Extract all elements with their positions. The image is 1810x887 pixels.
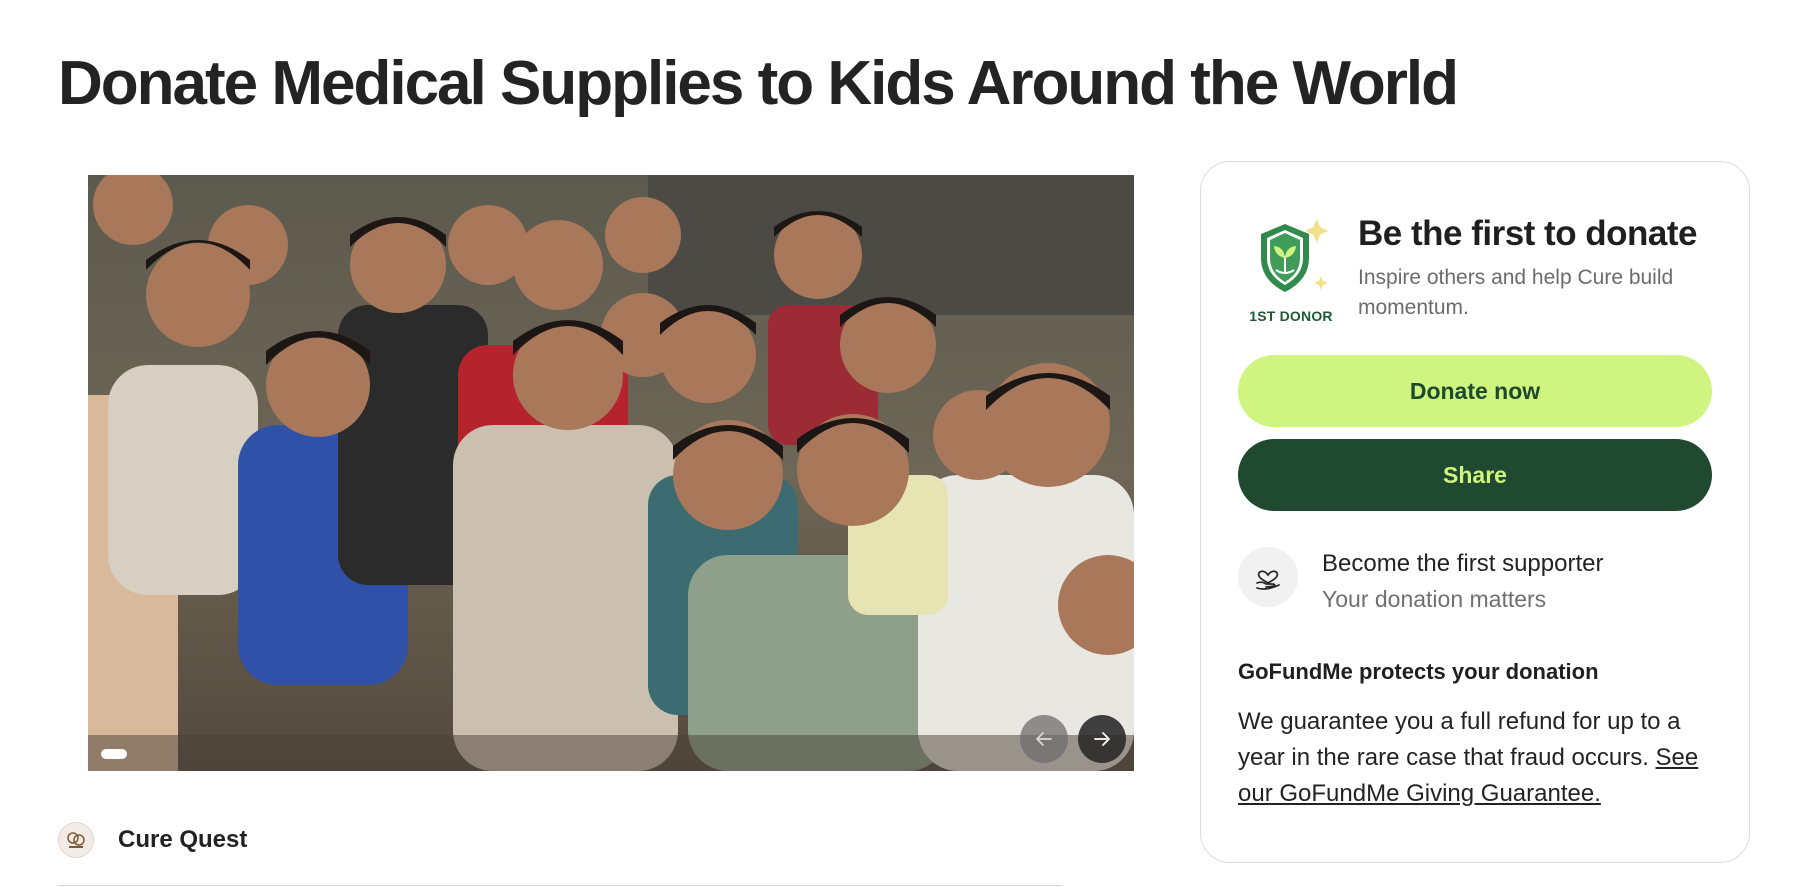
campaign-image-carousel[interactable] (88, 175, 1134, 771)
organization-logo-icon (58, 822, 94, 858)
first-donor-badge: 1ST DONOR (1241, 214, 1339, 324)
arrow-right-icon (1094, 732, 1110, 746)
page-title: Donate Medical Supplies to Kids Around t… (58, 49, 1459, 118)
badge-label: 1ST DONOR (1249, 308, 1333, 324)
protection-body: We guarantee you a full refund for up to… (1238, 704, 1718, 812)
donation-card: 1ST DONOR Be the first to donate Inspire… (1200, 161, 1750, 863)
shield-plant-icon (1261, 219, 1329, 292)
card-subtitle: Inspire others and help Cure build momen… (1358, 266, 1674, 319)
organizer[interactable]: Cure Quest (58, 822, 247, 858)
supporter-subtitle: Your donation matters (1322, 586, 1547, 612)
donate-now-button[interactable]: Donate now (1238, 355, 1712, 427)
share-button[interactable]: Share (1238, 439, 1712, 511)
protection-title: GoFundMe protects your donation (1238, 659, 1599, 684)
campaign-photo (88, 175, 1134, 771)
supporter-title: Become the first supporter (1322, 550, 1604, 577)
carousel-prev-button[interactable] (1020, 715, 1068, 763)
card-title: Be the first to donate (1358, 214, 1698, 253)
carousel-next-button[interactable] (1078, 715, 1126, 763)
section-divider (58, 885, 1062, 886)
protection-text: We guarantee you a full refund for up to… (1238, 708, 1681, 771)
organizer-name[interactable]: Cure Quest (118, 826, 247, 854)
arrow-left-icon (1036, 732, 1052, 746)
carousel-dot-indicator[interactable] (101, 749, 127, 759)
first-supporter-row: Become the first supporter Your donation… (1238, 547, 1603, 617)
heart-hand-icon (1238, 547, 1298, 607)
